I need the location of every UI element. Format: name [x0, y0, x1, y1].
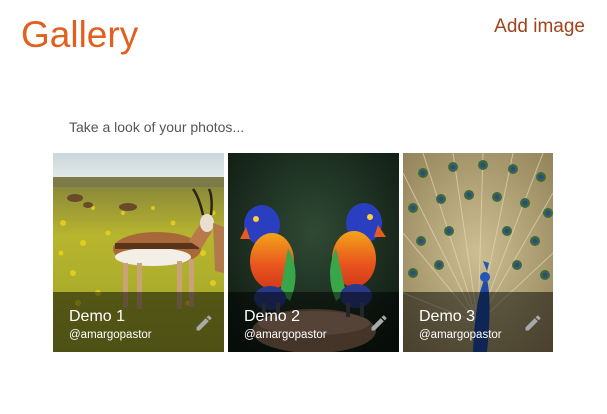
gallery-page: Gallery Add image Take a look of your ph… — [0, 0, 607, 414]
add-image-link[interactable]: Add image — [494, 16, 585, 38]
photo-title: Demo 1 — [69, 308, 126, 325]
photo-author: @amargopastor — [419, 329, 502, 341]
photo-author: @amargopastor — [244, 329, 327, 341]
photo-title: Demo 3 — [419, 308, 476, 325]
pencil-icon — [196, 315, 212, 331]
page-subtitle: Take a look of your photos... — [69, 119, 245, 135]
edit-photo-button[interactable] — [369, 313, 389, 333]
edit-photo-button[interactable] — [194, 313, 214, 333]
photo-card-demo-2[interactable]: Demo 2 @amargopastor — [228, 153, 399, 352]
pencil-icon — [371, 315, 387, 331]
photo-author: @amargopastor — [69, 329, 152, 341]
pencil-icon — [525, 315, 541, 331]
photo-card-demo-3[interactable]: Demo 3 @amargopastor — [403, 153, 553, 352]
photo-caption: Demo 3 @amargopastor — [403, 292, 553, 352]
photo-caption: Demo 2 @amargopastor — [228, 292, 399, 352]
page-title: Gallery — [21, 14, 139, 55]
photo-title: Demo 2 — [244, 308, 301, 325]
photo-grid: Demo 1 @amargopastor Demo 2 @amargopasto… — [53, 153, 553, 352]
edit-photo-button[interactable] — [523, 313, 543, 333]
photo-card-demo-1[interactable]: Demo 1 @amargopastor — [53, 153, 224, 352]
photo-caption: Demo 1 @amargopastor — [53, 292, 224, 352]
